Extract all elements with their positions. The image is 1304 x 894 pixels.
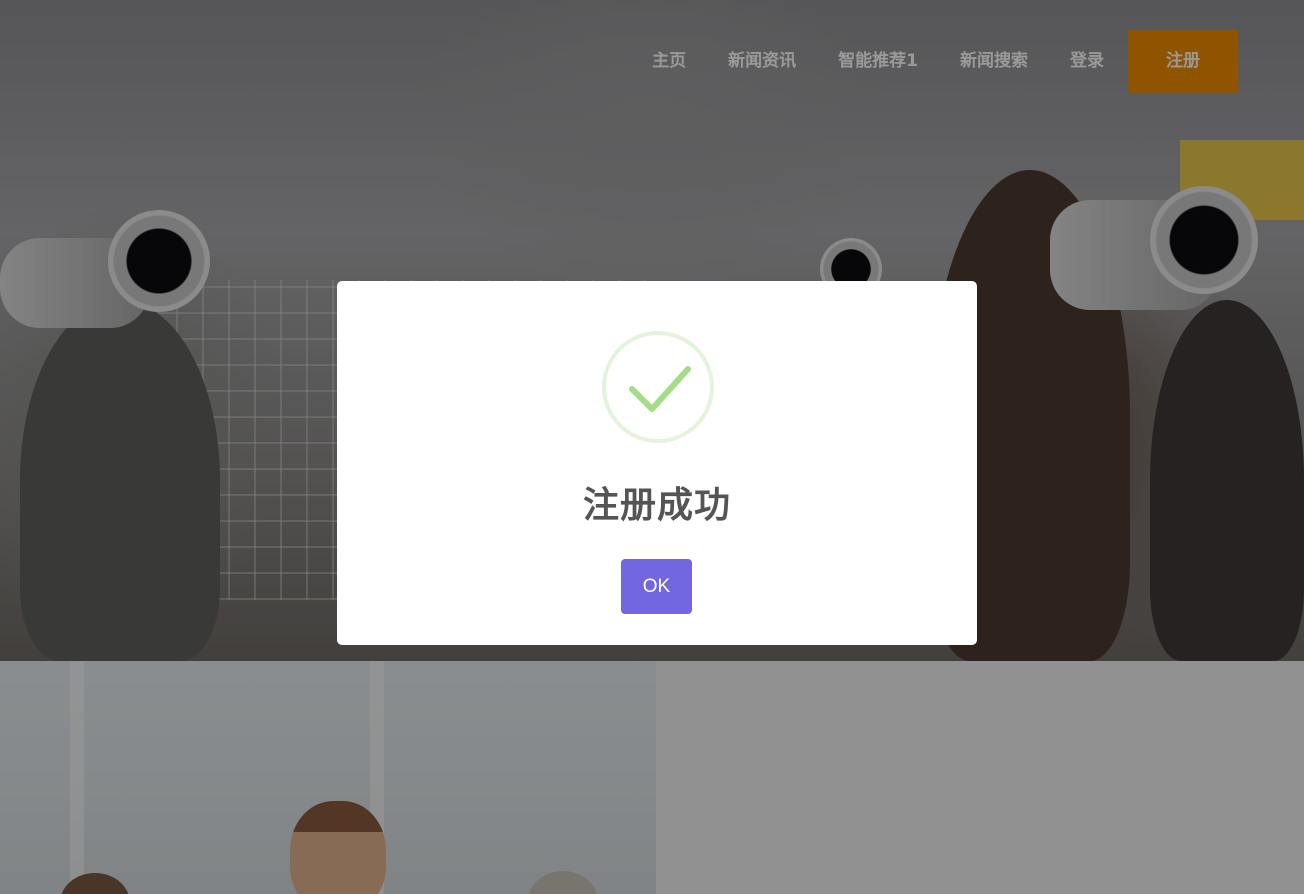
page: 主页 新闻资讯 智能推荐1 新闻搜索 登录 注册 注册成功 OK xyxy=(0,0,1304,894)
dialog-title: 注册成功 xyxy=(582,485,731,526)
success-check-icon xyxy=(602,331,714,443)
check-mark-icon xyxy=(629,366,691,412)
success-dialog: 注册成功 OK xyxy=(337,281,977,645)
ok-button[interactable]: OK xyxy=(621,559,692,614)
